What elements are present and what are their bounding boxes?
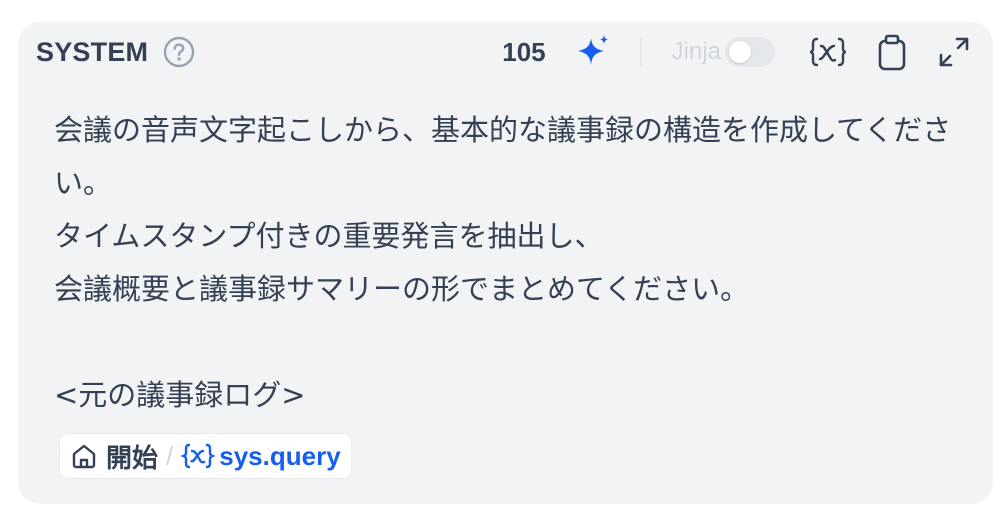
variable-name: sys.query [219, 440, 341, 471]
variable-braces-icon [181, 441, 216, 471]
jinja-toggle[interactable] [725, 37, 775, 67]
prompt-line-empty [54, 316, 964, 369]
expand-icon[interactable] [935, 33, 973, 71]
help-circle-icon[interactable] [162, 35, 196, 69]
token-count: 105 [502, 36, 546, 67]
prompt-line: 会議の音声文字起こしから、基本的な議事録の構造を作成してくださ [54, 113, 952, 147]
sparkle-icon[interactable] [574, 33, 612, 71]
clipboard-icon[interactable] [873, 33, 911, 71]
header-divider [639, 37, 642, 67]
prompt-line: 会議概要と議事録サマリーの形でまとめてください。 [54, 272, 750, 306]
chip-separator: / [166, 440, 174, 471]
variable-reference-chip[interactable]: 開始 / sys.query [60, 434, 351, 478]
node-name: 開始 [106, 443, 159, 474]
prompt-title: SYSTEM [36, 36, 149, 67]
jinja-label: Jinja [671, 38, 721, 65]
prompt-header: SYSTEM 105 Jinja [36, 32, 973, 72]
prompt-line: い。 [54, 166, 113, 200]
prompt-line: <元の議事録ログ> [54, 378, 306, 412]
variable-braces-icon[interactable] [807, 33, 849, 71]
prompt-editor[interactable]: 会議の音声文字起こしから、基本的な議事録の構造を作成してくださ い。 タイムスタ… [54, 104, 964, 422]
toggle-knob [729, 41, 751, 63]
home-icon [70, 442, 98, 470]
prompt-line: タイムスタンプ付きの重要発言を抽出し、 [54, 219, 604, 253]
